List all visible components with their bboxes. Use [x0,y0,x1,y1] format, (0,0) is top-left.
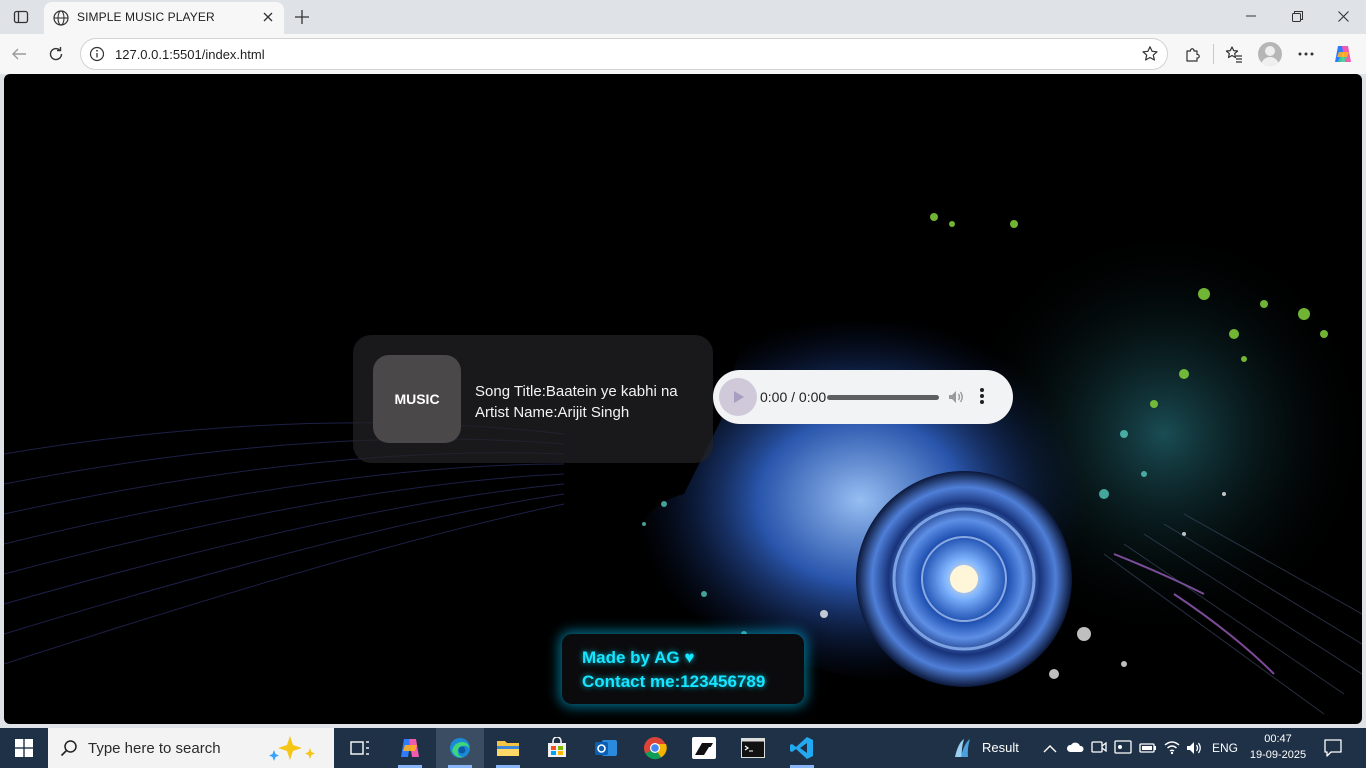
copilot-app-icon[interactable] [386,728,434,768]
audio-player[interactable]: 0:00 / 0:00 [713,370,1013,424]
song-info: Song Title:Baatein ye kabhi na Artist Na… [475,381,678,423]
back-button[interactable] [4,39,34,69]
new-tab-button[interactable] [290,6,314,28]
artist-name: Artist Name:Arijit Singh [475,404,630,421]
address-bar[interactable]: 127.0.0.1:5501/index.html [80,38,1168,70]
play-button[interactable] [719,378,757,416]
credits-box: Made by AG ♥ Contact me:123456789 [562,634,804,704]
favorite-star-icon[interactable] [1141,45,1159,68]
close-window-button[interactable] [1320,0,1366,32]
chrome-icon[interactable] [631,728,679,768]
microsoft-store-icon[interactable] [533,728,581,768]
wifi-icon[interactable] [1163,739,1181,760]
copilot-icon[interactable] [1328,39,1358,69]
site-info-icon[interactable] [89,46,105,67]
weather-icon[interactable] [952,737,974,764]
onedrive-icon[interactable] [1066,740,1084,759]
show-hidden-icons-chevron[interactable] [1043,741,1057,759]
notifications-icon[interactable] [1323,738,1343,763]
terminal-icon[interactable] [729,728,777,768]
edge-browser-icon[interactable] [436,728,484,768]
audio-time: 0:00 / 0:00 [760,389,827,405]
file-explorer-icon[interactable] [484,728,532,768]
tab-actions-icon[interactable] [8,5,34,29]
audio-options-icon[interactable] [979,387,985,410]
display-icon[interactable] [1114,739,1132,760]
outlook-icon[interactable] [582,728,630,768]
more-options-icon[interactable] [1291,39,1321,69]
clock[interactable]: 00:47 19-09-2025 [1248,731,1308,763]
search-placeholder: Type here to search [88,740,221,757]
close-tab-icon[interactable] [260,9,276,25]
browser-titlebar: SIMPLE MUSIC PLAYER [0,0,1366,34]
taskbar-search[interactable]: Type here to search [48,728,334,768]
album-cover: MUSIC [373,355,461,443]
vscode-icon[interactable] [778,728,826,768]
windows-icon [15,739,33,757]
clock-time: 00:47 [1264,733,1292,745]
volume-tray-icon[interactable] [1186,740,1204,761]
page-viewport: MUSIC Song Title:Baatein ye kabhi na Art… [4,74,1362,724]
browser-tab[interactable]: SIMPLE MUSIC PLAYER [44,2,284,34]
toolbar-divider [1213,44,1214,64]
profile-avatar[interactable] [1258,42,1282,66]
camera-icon[interactable] [1091,740,1107,759]
made-by-text: Made by AG ♥ [582,648,695,667]
search-icon [60,739,78,762]
browser-toolbar: 127.0.0.1:5501/index.html [0,34,1366,74]
audio-progress-slider[interactable] [827,395,939,400]
taskbar: Type here to search Result ENG 00:47 19-… [0,728,1366,768]
weather-label[interactable]: Result [982,740,1019,755]
volume-icon[interactable] [947,388,965,411]
tab-title: SIMPLE MUSIC PLAYER [77,10,215,24]
restore-button[interactable] [1274,0,1320,32]
url-text[interactable]: 127.0.0.1:5501/index.html [115,47,265,62]
extensions-icon[interactable] [1178,39,1208,69]
app-logo-icon[interactable] [680,728,728,768]
song-card: MUSIC Song Title:Baatein ye kabhi na Art… [353,335,713,463]
clock-date: 19-09-2025 [1249,749,1307,761]
globe-icon [52,9,70,32]
favorites-icon[interactable] [1219,39,1249,69]
language-indicator[interactable]: ENG [1212,741,1238,755]
contact-text: Contact me:123456789 [582,672,766,691]
play-icon [734,391,744,403]
sparkle-icon [266,734,326,767]
refresh-button[interactable] [41,39,71,69]
start-button[interactable] [0,728,48,768]
battery-icon[interactable] [1139,741,1157,759]
song-title: Song Title:Baatein ye kabhi na [475,383,678,400]
task-view-icon[interactable] [336,728,384,768]
minimize-button[interactable] [1228,0,1274,32]
